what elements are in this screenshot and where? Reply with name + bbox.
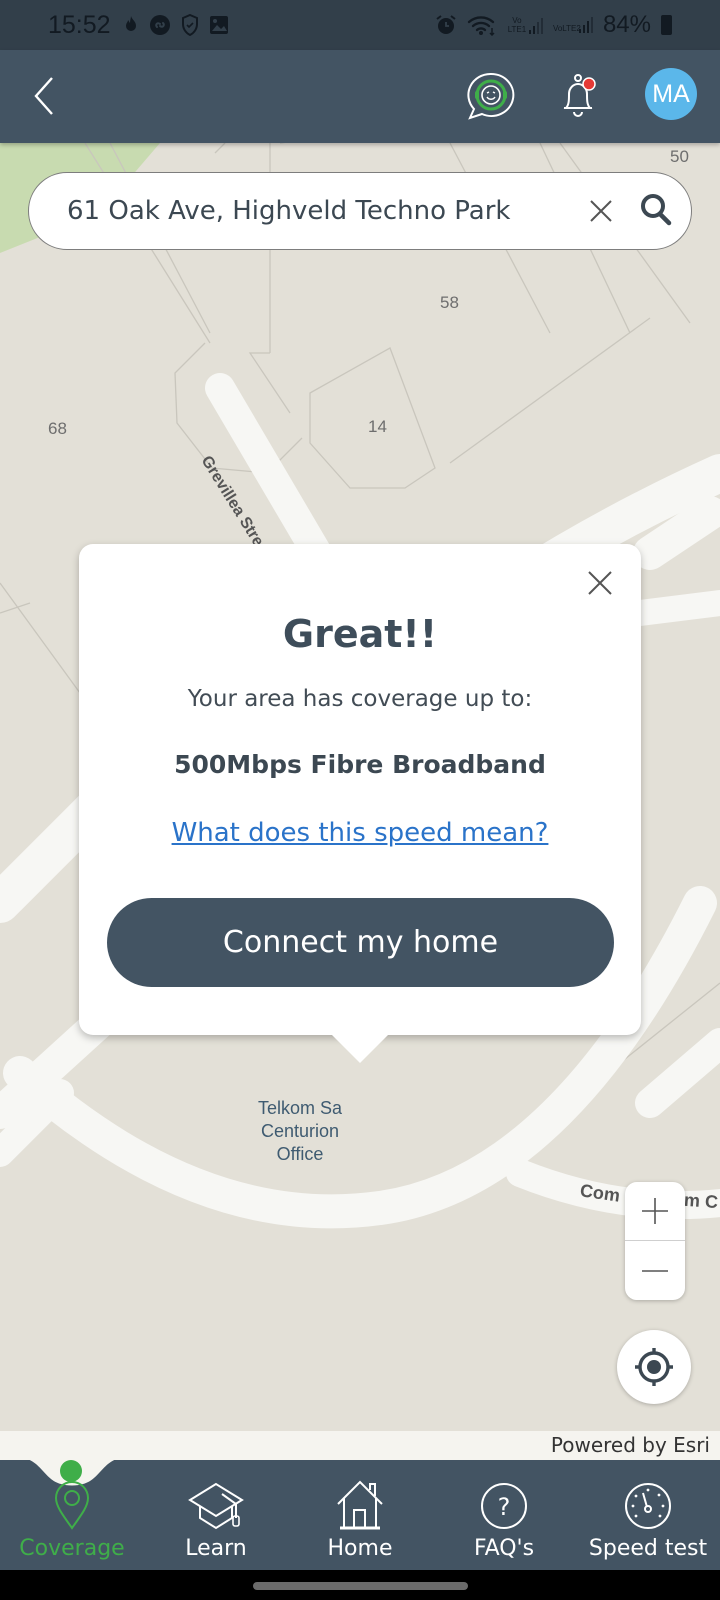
map-pin-icon	[54, 1481, 90, 1530]
fire-icon	[125, 16, 136, 31]
address-search-bar	[28, 172, 692, 250]
zoom-out-button[interactable]	[625, 1241, 685, 1300]
question-circle-icon: ?	[481, 1483, 527, 1529]
close-icon	[590, 200, 612, 222]
nav-home[interactable]: Home	[288, 1480, 432, 1568]
sim2-label: VoLTE2	[552, 24, 581, 33]
support-chat-button[interactable]	[464, 70, 518, 122]
system-gesture-bar	[0, 1570, 720, 1600]
map-parcel-label: 58	[440, 293, 459, 312]
gallery-icon	[209, 16, 228, 34]
notifications-button[interactable]	[556, 70, 604, 122]
map-parcel-label: 68	[48, 419, 67, 438]
status-time: 15:52	[48, 10, 111, 39]
house-icon	[337, 1480, 383, 1530]
coverage-speed: 500Mbps Fibre Broadband	[174, 750, 546, 779]
zoom-in-button[interactable]	[625, 1182, 685, 1241]
nav-learn[interactable]: Learn	[144, 1480, 288, 1568]
minus-icon	[642, 1269, 668, 1272]
shield-check-icon	[181, 14, 198, 36]
support-chat-icon	[467, 72, 515, 120]
my-location-button[interactable]	[617, 1330, 691, 1404]
battery-icon	[661, 15, 672, 35]
nav-speed-test[interactable]: Speed test	[576, 1480, 720, 1568]
active-indicator-dot	[60, 1460, 82, 1482]
speedometer-icon	[625, 1483, 671, 1529]
nav-coverage[interactable]: Coverage	[0, 1480, 144, 1568]
chevron-left-icon	[34, 77, 53, 115]
alarm-icon	[436, 15, 456, 34]
battery-percent: 84%	[602, 11, 651, 38]
close-popup-button[interactable]	[585, 568, 615, 598]
map-parcel-label: 50	[670, 147, 689, 166]
search-icon	[641, 194, 672, 226]
speed-info-link[interactable]: What does this speed mean?	[79, 818, 641, 848]
close-icon	[588, 571, 612, 595]
search-button[interactable]	[635, 189, 677, 231]
map-parcel-label: 14	[368, 417, 387, 436]
poi-telkom-office[interactable]: Telkom Sa Centurion Office	[240, 1097, 360, 1166]
clear-search-button[interactable]	[583, 193, 619, 229]
popup-subtitle: Your area has coverage up to:	[187, 686, 533, 712]
sim1-label: Vo LTE1	[507, 16, 527, 34]
street-label: m C	[683, 1189, 719, 1213]
popup-title: Great!!	[282, 612, 438, 656]
graduation-cap-icon	[188, 1482, 244, 1530]
app-bar: MA	[0, 50, 720, 143]
address-search-input[interactable]	[67, 196, 537, 226]
wifi-icon	[467, 16, 495, 36]
coverage-result-popup: Great!! Your area has coverage up to: 50…	[79, 544, 641, 1063]
home-gesture-handle[interactable]	[253, 1582, 468, 1590]
back-button[interactable]	[26, 70, 66, 122]
bell-icon	[563, 74, 596, 117]
notification-dot	[582, 77, 596, 91]
svg-text:?: ?	[498, 1493, 511, 1521]
crosshair-icon	[635, 1348, 673, 1386]
map-attribution: Powered by Esri	[0, 1431, 720, 1460]
zoom-controls	[625, 1182, 685, 1300]
connect-my-home-button[interactable]: Connect my home	[107, 898, 614, 987]
bottom-navigation: Coverage Learn Home ? FAQ's Speed test	[0, 1458, 720, 1570]
signal-sim1-icon	[528, 18, 543, 34]
status-bar: 15:52 Vo LTE1 VoLTE2 84%	[0, 0, 720, 50]
nav-faqs[interactable]: ? FAQ's	[432, 1480, 576, 1568]
user-avatar[interactable]: MA	[645, 68, 697, 120]
popup-pointer	[330, 1033, 390, 1063]
plus-icon	[642, 1198, 668, 1224]
signal-sim2-icon	[578, 17, 593, 33]
shazam-icon	[149, 15, 170, 35]
